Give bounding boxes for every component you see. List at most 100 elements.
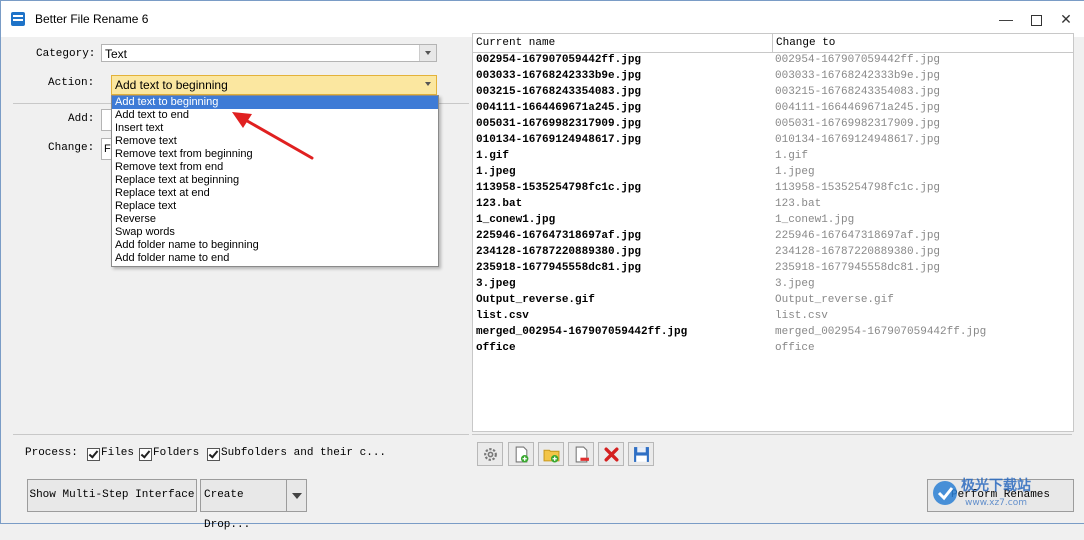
dropdown-item[interactable]: Replace text [112, 200, 438, 213]
change-to-cell: merged_002954-167907059442ff.jpg [775, 326, 987, 338]
dropdown-item[interactable]: Replace text at end [112, 187, 438, 200]
dropdown-item[interactable]: Swap words [112, 226, 438, 239]
change-to-cell: Output_reverse.gif [775, 294, 894, 306]
current-name-cell: 225946-167647318697af.jpg [476, 230, 642, 242]
close-button[interactable]: ✕ [1051, 7, 1081, 31]
table-row[interactable]: 1.jpeg 1.jpeg [473, 165, 1073, 181]
app-icon [11, 12, 25, 26]
change-to-cell: 003033-16768242333b9e.jpg [775, 70, 941, 82]
table-row[interactable]: 002954-167907059442ff.jpg 002954-16790705… [473, 53, 1073, 69]
table-row[interactable]: 003033-16768242333b9e.jpg 003033-16768242… [473, 69, 1073, 85]
current-name-cell: 002954-167907059442ff.jpg [476, 54, 642, 66]
delete-button[interactable] [598, 442, 624, 466]
grid-header: Current name Change to [473, 34, 1073, 53]
subfolders-checkbox[interactable] [207, 448, 220, 461]
maximize-button[interactable] [1021, 7, 1051, 31]
save-icon [634, 447, 649, 462]
dropdown-item[interactable]: Add folder name to end [112, 252, 438, 265]
create-drop-dropdown-arrow[interactable] [286, 479, 307, 512]
table-row[interactable]: 003215-16768243354083.jpg 003215-16768243… [473, 85, 1073, 101]
minimize-button[interactable]: — [991, 7, 1021, 31]
dropdown-item[interactable]: Add folder name to beginning [112, 239, 438, 252]
save-button[interactable] [628, 442, 654, 466]
svg-text:www.xz7.com: www.xz7.com [965, 498, 1027, 508]
folders-label: Folders [153, 447, 200, 459]
current-name-cell: 113958-1535254798fc1c.jpg [476, 182, 642, 194]
action-select[interactable]: Add text to beginning [111, 75, 437, 95]
action-label: Action: [48, 77, 95, 89]
table-row[interactable]: office office [473, 341, 1073, 357]
current-name-cell: 003033-16768242333b9e.jpg [476, 70, 642, 82]
file-grid[interactable]: Current name Change to 002954-1679070594… [472, 33, 1074, 432]
add-files-button[interactable] [508, 442, 534, 466]
change-to-cell: 1.gif [775, 150, 809, 162]
change-to-cell: 010134-16769124948617.jpg [775, 134, 941, 146]
chevron-down-icon[interactable] [419, 45, 436, 61]
current-name-cell: 123.bat [476, 198, 523, 210]
table-row[interactable]: merged_002954-167907059442ff.jpg merged_0… [473, 325, 1073, 341]
change-to-cell: office [775, 342, 815, 354]
folders-checkbox[interactable] [139, 448, 152, 461]
remove-file-icon [575, 446, 589, 463]
table-row[interactable]: 1.gif 1.gif [473, 149, 1073, 165]
current-name-cell: 005031-16769982317909.jpg [476, 118, 642, 130]
table-row[interactable]: 235918-1677945558dc81.jpg 235918-16779455… [473, 261, 1073, 277]
change-to-cell: 002954-167907059442ff.jpg [775, 54, 941, 66]
delete-icon [604, 447, 619, 462]
table-row[interactable]: 234128-16787220889380.jpg 234128-16787220… [473, 245, 1073, 261]
separator [13, 434, 469, 435]
table-row[interactable]: 113958-1535254798fc1c.jpg 113958-15352547… [473, 181, 1073, 197]
current-name-cell: list.csv [476, 310, 529, 322]
window-title: Better File Rename 6 [35, 12, 149, 26]
change-to-cell: 003215-16768243354083.jpg [775, 86, 941, 98]
app-window: Better File Rename 6 — ✕ Category: Text … [0, 0, 1084, 531]
dropdown-item[interactable]: Replace text at beginning [112, 174, 438, 187]
add-folder-icon [543, 449, 560, 463]
create-drop-button[interactable]: Create Drop... [200, 479, 287, 531]
change-to-cell: 235918-1677945558dc81.jpg [775, 262, 941, 274]
table-row[interactable]: 1_conew1.jpg 1_conew1.jpg [473, 213, 1073, 229]
current-name-cell: 003215-16768243354083.jpg [476, 86, 642, 98]
current-name-cell: office [476, 342, 516, 354]
category-label: Category: [36, 48, 96, 60]
table-row[interactable]: 123.bat 123.bat [473, 197, 1073, 213]
red-arrow-annotation [232, 112, 314, 160]
title-bar: Better File Rename 6 — ✕ [1, 1, 1084, 37]
settings-button[interactable] [477, 442, 503, 466]
remove-file-button[interactable] [568, 442, 594, 466]
subfolders-label: Subfolders and their c... [221, 447, 387, 459]
table-row[interactable]: Output_reverse.gif Output_reverse.gif [473, 293, 1073, 309]
table-row[interactable]: list.csv list.csv [473, 309, 1073, 325]
table-row[interactable]: 010134-16769124948617.jpg 010134-16769124… [473, 133, 1073, 149]
add-label: Add: [68, 113, 95, 125]
change-label: Change: [48, 142, 95, 154]
change-to-cell: 234128-16787220889380.jpg [775, 246, 941, 258]
dropdown-item[interactable]: Reverse [112, 213, 438, 226]
current-name-cell: 235918-1677945558dc81.jpg [476, 262, 642, 274]
grid-toolbar [472, 434, 1072, 469]
change-to-cell: 113958-1535254798fc1c.jpg [775, 182, 941, 194]
column-header-current[interactable]: Current name [473, 34, 773, 52]
add-folder-button[interactable] [538, 442, 564, 466]
chevron-down-icon[interactable] [420, 76, 436, 92]
table-row[interactable]: 3.jpeg 3.jpeg [473, 277, 1073, 293]
current-name-cell: 1_conew1.jpg [476, 214, 556, 226]
current-name-cell: merged_002954-167907059442ff.jpg [476, 326, 688, 338]
category-value: Text [105, 47, 128, 61]
category-select[interactable]: Text [101, 44, 437, 62]
table-row[interactable]: 005031-16769982317909.jpg 005031-16769982… [473, 117, 1073, 133]
current-name-cell: Output_reverse.gif [476, 294, 595, 306]
process-label: Process: [25, 447, 78, 459]
multi-step-button[interactable]: Show Multi-Step Interface [27, 479, 197, 512]
change-to-cell: 225946-167647318697af.jpg [775, 230, 941, 242]
watermark-logo: 极光下载站 www.xz7.com [931, 473, 1081, 513]
change-to-cell: 1_conew1.jpg [775, 214, 855, 226]
change-to-cell: 1.jpeg [775, 166, 815, 178]
add-file-icon [515, 446, 529, 463]
column-header-change[interactable]: Change to [773, 34, 1066, 52]
action-value: Add text to beginning [115, 78, 228, 92]
files-checkbox[interactable] [87, 448, 100, 461]
table-row[interactable]: 225946-167647318697af.jpg 225946-16764731… [473, 229, 1073, 245]
current-name-cell: 004111-1664469671a245.jpg [476, 102, 642, 114]
table-row[interactable]: 004111-1664469671a245.jpg 004111-16644696… [473, 101, 1073, 117]
